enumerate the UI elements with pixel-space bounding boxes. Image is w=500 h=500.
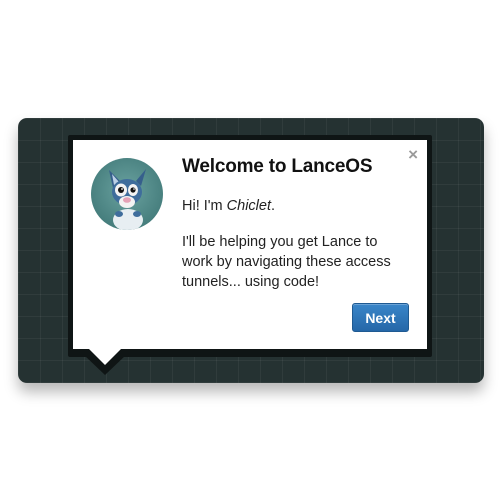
welcome-dialog: × Welcome to LanceOS Hi! I'm Chiclet. I'… [73, 140, 427, 349]
greeting-text: Hi! I'm Chiclet. [182, 198, 275, 214]
character-name: Chiclet [226, 198, 271, 214]
close-icon[interactable]: × [408, 146, 418, 163]
avatar-illustration [109, 169, 146, 230]
greeting-prefix: Hi! I'm [182, 198, 227, 214]
dialog-title: Welcome to LanceOS [182, 156, 373, 177]
dialog-message: I'll be helping you get Lance to work by… [182, 234, 391, 290]
chiclet-avatar-icon [91, 158, 163, 230]
dialog-pointer-fill [89, 349, 121, 365]
next-button[interactable]: Next [352, 303, 409, 332]
greeting-suffix: . [270, 198, 276, 214]
